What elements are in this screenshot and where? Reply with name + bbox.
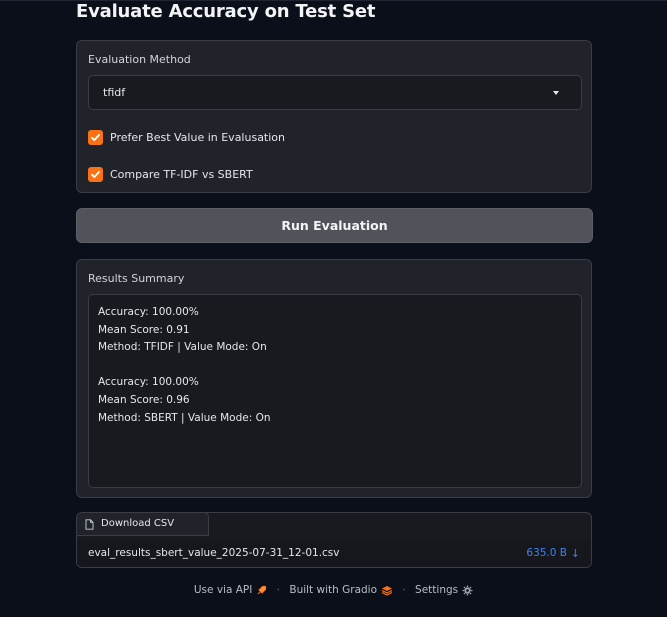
- download-panel: Download CSV Results eval_results_sbert_…: [76, 512, 592, 568]
- results-panel: Results Summary Accuracy: 100.00% Mean S…: [76, 259, 592, 498]
- built-with-gradio-link[interactable]: Built with Gradio: [289, 584, 393, 596]
- file-row: eval_results_sbert_value_2025-07-31_12-0…: [77, 540, 591, 567]
- compare-checkbox-row[interactable]: Compare TF-IDF vs SBERT: [88, 167, 388, 183]
- results-summary-textbox[interactable]: Accuracy: 100.00% Mean Score: 0.91 Metho…: [88, 294, 582, 488]
- prefer-best-checkbox[interactable]: [88, 130, 103, 145]
- compare-label: Compare TF-IDF vs SBERT: [110, 168, 253, 181]
- footer-separator: ·: [402, 584, 406, 596]
- use-via-api-link[interactable]: Use via API: [194, 584, 267, 596]
- rocket-icon: [257, 585, 267, 594]
- checkmark-icon: [91, 134, 100, 141]
- file-size-link[interactable]: 635.0 B: [526, 547, 567, 559]
- checkmark-icon: [91, 171, 100, 178]
- evaluation-method-value: tfidf: [103, 86, 126, 99]
- footer: Use via API · Built with Gradio · Settin…: [0, 584, 667, 596]
- settings-link[interactable]: Settings: [415, 584, 473, 596]
- download-arrow-icon[interactable]: ↓: [571, 547, 580, 560]
- file-name: eval_results_sbert_value_2025-07-31_12-0…: [88, 547, 340, 559]
- chevron-down-icon: [553, 91, 559, 95]
- evaluation-method-dropdown[interactable]: tfidf: [88, 75, 582, 110]
- file-icon: [85, 519, 94, 530]
- prefer-best-label: Prefer Best Value in Evalusation: [110, 131, 286, 144]
- gradio-logo-icon: [381, 585, 393, 596]
- prefer-best-checkbox-row[interactable]: Prefer Best Value in Evalusation: [88, 130, 388, 146]
- footer-separator: ·: [276, 584, 281, 596]
- results-summary-label: Results Summary: [88, 272, 185, 285]
- compare-checkbox[interactable]: [88, 167, 103, 182]
- gear-icon: [462, 585, 473, 595]
- evaluation-method-label: Evaluation Method: [88, 53, 191, 66]
- page-title: Evaluate Accuracy on Test Set: [76, 1, 376, 22]
- built-with-gradio-label: Built with Gradio: [289, 584, 378, 596]
- run-evaluation-button[interactable]: Run Evaluation: [76, 208, 593, 243]
- use-via-api-label: Use via API: [193, 584, 253, 596]
- evaluation-panel: Evaluation Method tfidf Prefer Best Valu…: [76, 40, 592, 193]
- settings-label: Settings: [415, 584, 459, 596]
- download-csv-tab: Download CSV Results: [77, 513, 209, 551]
